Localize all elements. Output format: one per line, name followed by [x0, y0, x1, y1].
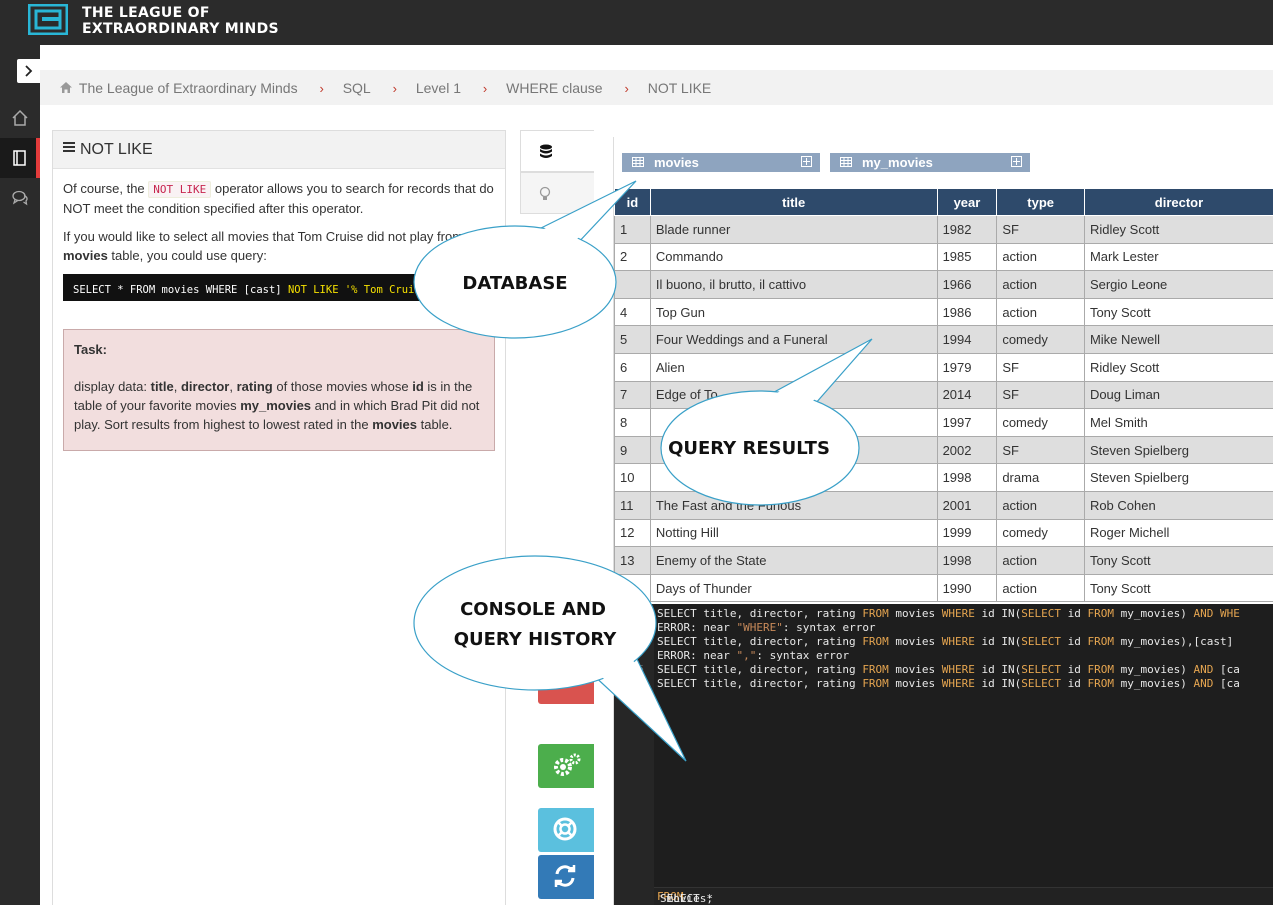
callout-overlay: DATABASE QUERY RESULTS CONSOLE AND QUERY… [413, 180, 873, 762]
callout-console: CONSOLE AND QUERY HISTORY [413, 555, 687, 762]
callout-results: QUERY RESULTS [660, 338, 873, 506]
callout-console-text-1: CONSOLE AND [460, 599, 606, 620]
callout-database-text: DATABASE [462, 273, 567, 294]
callout-results-text: QUERY RESULTS [668, 438, 830, 459]
callout-database: DATABASE [413, 180, 637, 339]
callout-console-text-2: QUERY HISTORY [454, 629, 618, 650]
